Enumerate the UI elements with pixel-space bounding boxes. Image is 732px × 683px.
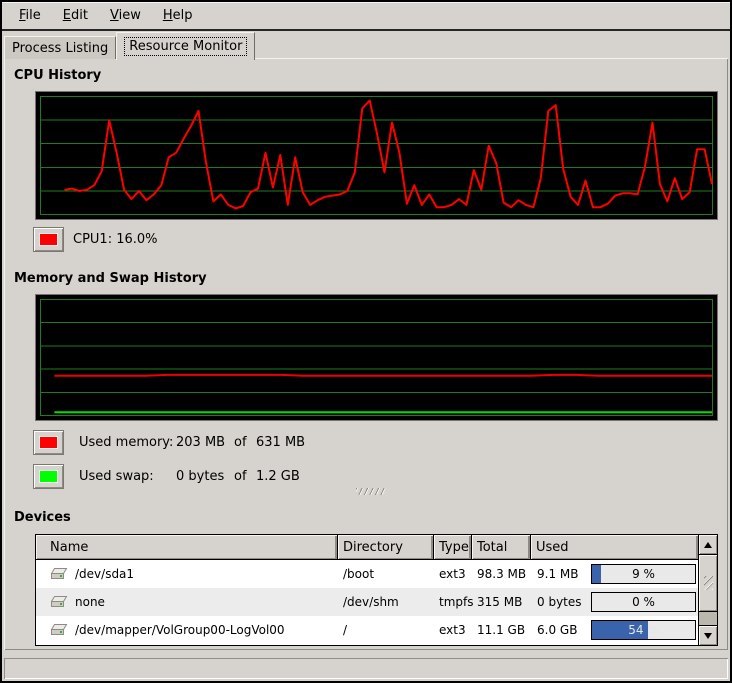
arrow-down-icon xyxy=(704,633,712,639)
swap-legend-label: Used swap: xyxy=(79,469,176,484)
device-used-cell: 9.1 MB 9 % xyxy=(531,564,698,584)
device-name: none xyxy=(75,595,105,609)
scroll-up-button[interactable] xyxy=(699,535,717,555)
devices-scrollbar[interactable] xyxy=(699,534,718,646)
memory-color-button[interactable] xyxy=(33,430,64,455)
scrollbar-trough[interactable] xyxy=(699,612,717,625)
memory-of-text: of xyxy=(234,435,256,450)
cpu-color-swatch xyxy=(39,233,58,246)
devices-rows: /dev/sda1 /boot ext3 98.3 MB 9.1 MB 9 % … xyxy=(36,560,698,644)
usage-progress-bar: 9 % xyxy=(591,564,696,584)
status-bar xyxy=(4,658,728,679)
swap-color-button[interactable] xyxy=(33,464,64,489)
memory-color-swatch xyxy=(39,436,58,449)
device-directory: /boot xyxy=(338,567,434,581)
table-row[interactable]: /dev/sda1 /boot ext3 98.3 MB 9.1 MB 9 % xyxy=(36,560,698,588)
device-name-cell: /dev/mapper/VolGroup00-LogVol00 xyxy=(36,623,338,637)
swap-color-swatch xyxy=(39,470,58,483)
device-name-cell: /dev/sda1 xyxy=(36,567,338,581)
tab-label: Resource Monitor xyxy=(124,37,247,56)
thumb-grip-icon xyxy=(704,576,713,590)
cpu-history-chart xyxy=(36,92,717,219)
memory-used-value: 203 MB xyxy=(176,435,234,450)
column-header-name[interactable]: Name xyxy=(36,535,338,560)
column-header-type[interactable]: Type xyxy=(434,535,472,560)
cpu-color-button[interactable] xyxy=(33,227,64,252)
progress-percent-label: 0 % xyxy=(592,593,695,611)
scrollbar-thumb[interactable] xyxy=(699,555,717,612)
menu-file[interactable]: File xyxy=(8,4,52,27)
device-used: 0 bytes xyxy=(537,595,582,609)
device-directory: / xyxy=(338,623,434,637)
tab-resource-monitor[interactable]: Resource Monitor xyxy=(116,32,255,60)
system-monitor-window: File Edit View Help Process Listing Reso… xyxy=(0,0,732,683)
swap-total-value: 1.2 GB xyxy=(256,469,300,484)
cpu-history-title: CPU History xyxy=(14,68,101,83)
progress-percent-label: 9 % xyxy=(592,565,695,583)
device-used: 9.1 MB xyxy=(537,567,578,581)
device-total: 315 MB xyxy=(472,595,531,609)
cpu-legend-label: CPU1: 16.0% xyxy=(73,232,158,247)
hard-drive-icon xyxy=(50,567,68,581)
device-name-cell: none xyxy=(36,595,338,609)
swap-legend: Used swap: 0 bytes of 1.2 GB xyxy=(33,463,300,490)
arrow-up-icon xyxy=(704,542,712,548)
device-used-cell: 0 bytes 0 % xyxy=(531,592,698,612)
menu-edit[interactable]: Edit xyxy=(52,4,99,27)
table-row[interactable]: none /dev/shm tmpfs 315 MB 0 bytes 0 % xyxy=(36,588,698,616)
device-used: 6.0 GB xyxy=(537,623,577,637)
device-type: ext3 xyxy=(434,623,472,637)
device-directory: /dev/shm xyxy=(338,595,434,609)
devices-list: Name Directory Type Total Used /dev/sda1… xyxy=(35,534,699,646)
column-header-directory[interactable]: Directory xyxy=(338,535,434,560)
tab-bar: Process Listing Resource Monitor xyxy=(4,31,728,59)
table-row[interactable]: /dev/mapper/VolGroup00-LogVol00 / ext3 1… xyxy=(36,616,698,644)
device-total: 98.3 MB xyxy=(472,567,531,581)
device-type: ext3 xyxy=(434,567,472,581)
devices-header-row: Name Directory Type Total Used xyxy=(36,535,698,560)
devices-title: Devices xyxy=(14,510,71,525)
hard-drive-icon xyxy=(50,623,68,637)
scroll-down-button[interactable] xyxy=(699,625,717,645)
device-used-cell: 6.0 GB 54 % xyxy=(531,620,698,640)
devices-table: Name Directory Type Total Used /dev/sda1… xyxy=(35,534,718,646)
resource-monitor-page: CPU History CPU1: 16.0% Memory and Swap … xyxy=(4,58,728,650)
menu-bar: File Edit View Help xyxy=(2,2,730,31)
swap-of-text: of xyxy=(234,469,256,484)
usage-progress-bar: 54 % xyxy=(591,620,696,640)
memory-swap-chart xyxy=(36,295,717,420)
memory-history-title: Memory and Swap History xyxy=(14,271,207,286)
swap-used-value: 0 bytes xyxy=(176,469,234,484)
tab-process-listing[interactable]: Process Listing xyxy=(4,36,116,59)
device-total: 11.1 GB xyxy=(472,623,531,637)
cpu-legend: CPU1: 16.0% xyxy=(33,226,158,253)
tab-label: Process Listing xyxy=(12,41,108,56)
device-name: /dev/sda1 xyxy=(75,567,134,581)
memory-total-value: 631 MB xyxy=(256,435,305,450)
hard-drive-icon xyxy=(50,595,68,609)
device-type: tmpfs xyxy=(434,595,472,609)
column-header-used[interactable]: Used xyxy=(531,535,698,560)
memory-legend-label: Used memory: xyxy=(79,435,176,450)
menu-view[interactable]: View xyxy=(99,4,152,27)
memory-legend: Used memory: 203 MB of 631 MB xyxy=(33,429,305,456)
column-header-total[interactable]: Total xyxy=(472,535,531,560)
progress-percent-label: 54 % xyxy=(592,621,695,639)
memory-swap-graph xyxy=(35,294,718,421)
pane-resize-grip[interactable] xyxy=(356,488,386,495)
cpu-history-graph xyxy=(35,91,718,220)
device-name: /dev/mapper/VolGroup00-LogVol00 xyxy=(75,623,285,637)
usage-progress-bar: 0 % xyxy=(591,592,696,612)
menu-help[interactable]: Help xyxy=(152,4,204,27)
